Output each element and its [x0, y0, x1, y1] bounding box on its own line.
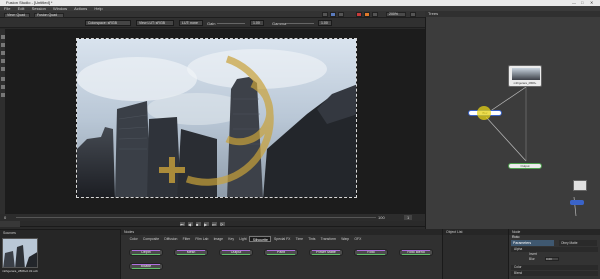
tree-title: Trees	[428, 11, 439, 16]
tab-film-lab[interactable]: Film Lab	[193, 236, 211, 242]
output-node-button[interactable]: Output	[219, 249, 253, 256]
colorspace-select[interactable]: Colorspace: sRGB	[85, 20, 131, 26]
timeline-bar[interactable]: 0 100 1	[0, 214, 425, 221]
nodes-panel: Nodes Color Composite Diffusion Filter F…	[120, 229, 442, 279]
view-lut-select[interactable]: View LUT: sRGB	[136, 20, 174, 26]
current-frame[interactable]: 1	[404, 215, 413, 220]
stop-button[interactable]: ■	[196, 222, 201, 227]
xmatte-node-button[interactable]: xMatte	[129, 263, 163, 270]
viewer-toolbar: View: Quad Fusion Quad 200%	[0, 11, 425, 18]
picker-icon[interactable]	[322, 12, 328, 17]
nodes-title: Nodes	[121, 229, 442, 235]
pen-tool-icon[interactable]	[1, 67, 5, 71]
extra-node[interactable]	[573, 180, 587, 191]
tab-filter[interactable]: Filter	[180, 236, 193, 242]
depth-node-button[interactable]: Depth	[129, 249, 163, 256]
sources-title: Sources	[0, 230, 120, 236]
timeline-start: 0	[4, 215, 7, 220]
tab-time[interactable]: Time	[293, 236, 306, 242]
source-caption: mithgerara_2808+0.32.ocb	[2, 269, 38, 273]
blend-section[interactable]: Blend	[511, 271, 598, 276]
tab-silhouette[interactable]: Silhouette	[249, 236, 272, 242]
read-node-thumbnail	[512, 68, 540, 80]
grid-icon[interactable]	[372, 12, 378, 17]
city-skyline-image	[77, 39, 356, 197]
go-end-button[interactable]: ⏭	[212, 222, 217, 227]
gamma-label: Gamma	[272, 21, 287, 26]
tab-image[interactable]: Image	[211, 236, 226, 242]
tool-label	[0, 221, 20, 227]
timeline-end: 100	[378, 215, 385, 220]
read-node-label: mithgerara_2808+	[513, 81, 537, 85]
output-node-label: Output	[520, 164, 530, 168]
roto-blend-node-button[interactable]: Roto Blend	[399, 249, 433, 256]
tab-transform[interactable]: Transform	[318, 236, 339, 242]
channel-icon[interactable]	[330, 12, 336, 17]
zoom-select[interactable]: 200%	[386, 12, 406, 17]
source-thumbnail[interactable]	[2, 238, 38, 268]
window-title: Fusion Studio - [Untitled] *	[6, 0, 53, 5]
obey-matte-tab[interactable]: Obey Matte	[559, 240, 597, 246]
cursor-highlight	[477, 106, 491, 120]
tab-color[interactable]: Color	[127, 236, 140, 242]
loop-button[interactable]: ⟳	[220, 222, 225, 227]
node-name: Roto	[512, 235, 520, 239]
overlay-icon[interactable]	[338, 12, 344, 17]
tab-composite[interactable]: Composite	[140, 236, 161, 242]
color-toolbar: Colorspace: sRGB View LUT: sRGB LUT: non…	[0, 18, 425, 28]
paint-node-button[interactable]: Paint	[264, 249, 298, 256]
gain-label: Gain	[207, 21, 216, 26]
node-properties-panel: Node Roto Parameters Obey Matte Alpha In…	[508, 229, 600, 279]
transport-bar: ⏮ ◀ ■ ▶ ⏭ ⟳	[0, 221, 425, 227]
viewer-image[interactable]	[76, 38, 357, 198]
roto-node-button[interactable]: Roto	[354, 249, 388, 256]
tab-tints[interactable]: Tints	[306, 236, 318, 242]
timeline-track[interactable]	[16, 217, 376, 218]
mesh-node-button[interactable]: Mesh	[174, 249, 208, 256]
blur-row: Blur 0.00	[511, 257, 598, 262]
gamma-value[interactable]: 1.00	[318, 20, 332, 26]
output-node[interactable]: Output	[508, 163, 542, 169]
zoom-tool-icon[interactable]	[1, 77, 5, 81]
tree-panel[interactable]	[425, 11, 600, 229]
sources-panel: Sources mithgerara_2808+0.32.ocb	[0, 229, 120, 279]
blur-value-field[interactable]: 0.00	[545, 257, 559, 261]
tree-header: Trees	[425, 11, 600, 17]
tab-key[interactable]: Key	[226, 236, 237, 242]
node-props-title: Node	[509, 229, 600, 235]
lut-toggle[interactable]: LUT: none	[179, 20, 203, 26]
nodes-tabs: Color Composite Diffusion Filter Film La…	[127, 236, 364, 242]
select-tool-icon[interactable]	[1, 35, 5, 39]
tab-special-fx[interactable]: Special FX	[271, 236, 293, 242]
gamma-slider[interactable]	[286, 23, 314, 24]
go-start-button[interactable]: ⏮	[180, 222, 185, 227]
brush-tool-icon[interactable]	[1, 51, 5, 55]
play-back-button[interactable]: ◀	[188, 222, 193, 227]
object-list-panel: Object List	[442, 229, 508, 279]
hand-tool-icon[interactable]	[1, 85, 5, 89]
extra-node-output[interactable]	[570, 200, 584, 205]
red-channel-icon[interactable]	[356, 12, 362, 17]
object-list-title: Object List	[443, 229, 508, 235]
read-node[interactable]: mithgerara_2808+	[508, 65, 542, 87]
shape-tool-icon[interactable]	[1, 59, 5, 63]
tab-light[interactable]: Light	[237, 236, 250, 242]
eyedropper-tool-icon[interactable]	[1, 93, 5, 97]
color-section[interactable]: Color	[511, 265, 598, 270]
tab-warp[interactable]: Warp	[339, 236, 352, 242]
source-thumbnail-image	[3, 239, 37, 267]
power-matte-node-button[interactable]: Power Matte	[309, 249, 343, 256]
node-connections	[485, 86, 577, 217]
tab-ofx[interactable]: OFX	[352, 236, 364, 242]
parameters-tab[interactable]: Parameters	[511, 240, 554, 246]
fit-icon[interactable]	[410, 12, 416, 17]
tab-diffusion[interactable]: Diffusion	[162, 236, 180, 242]
play-button[interactable]: ▶	[204, 222, 209, 227]
blur-row-label: Blur	[529, 257, 535, 261]
move-tool-icon[interactable]	[1, 43, 5, 47]
gain-value[interactable]: 1.00	[250, 20, 264, 26]
orange-swatch-icon[interactable]	[364, 12, 370, 17]
gain-slider[interactable]	[217, 23, 245, 24]
